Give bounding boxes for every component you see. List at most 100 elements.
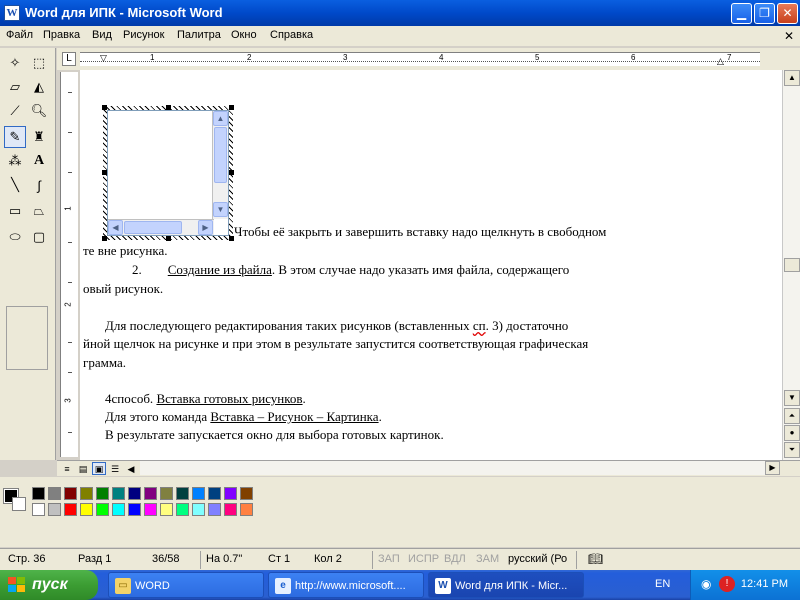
browse-object-icon[interactable]: ● [784,425,800,441]
brush-icon[interactable]: ♜ [28,126,50,148]
resize-handle[interactable] [229,170,234,175]
resize-handle[interactable] [229,105,234,110]
menu-edit[interactable]: Правка [43,29,80,41]
color-swatch[interactable] [128,503,141,516]
color-swatch[interactable] [112,503,125,516]
color-swatch[interactable] [112,487,125,500]
scroll-up-icon[interactable]: ▲ [213,111,228,126]
restore-button[interactable]: ❐ [754,3,775,24]
status-overtype[interactable]: ЗАМ [476,552,499,568]
color-swatch[interactable] [32,487,45,500]
command-link[interactable]: Вставка – Рисунок – Картинка [210,409,378,424]
menu-window[interactable]: Окно [231,29,257,41]
tab-selector[interactable]: L [62,52,76,66]
document-close-icon[interactable]: ✕ [784,29,794,43]
color-swatch[interactable] [128,487,141,500]
ellipse-icon[interactable]: ⬭ [4,226,26,248]
spelling-error[interactable]: сп [473,318,486,333]
status-track-changes[interactable]: ИСПР [408,552,439,568]
menu-view[interactable]: Вид [92,29,112,41]
select-rect-icon[interactable]: ⬚ [28,52,50,74]
color-swatch[interactable] [96,487,109,500]
picture-vertical-scrollbar[interactable]: ▲ ▼ [212,111,228,219]
background-color[interactable] [12,497,26,511]
picture-hscroll-thumb[interactable] [124,221,182,234]
document-vertical-scrollbar[interactable]: ▲ ▼ ⏶ ● ⏷ [782,70,800,460]
scroll-up-icon[interactable]: ▲ [784,70,800,86]
picture-scroll-thumb[interactable] [214,127,227,183]
start-button[interactable]: пуск [0,570,98,600]
picture-horizontal-scrollbar[interactable]: ◀ ▶ [108,219,214,235]
select-star-icon[interactable]: ✧ [4,52,26,74]
color-swatch[interactable] [96,503,109,516]
color-swatch[interactable] [208,487,221,500]
minimize-button[interactable]: ▁ [731,3,752,24]
color-swatch[interactable] [48,503,61,516]
normal-view-icon[interactable]: ≡ [60,462,74,475]
current-colors[interactable] [3,488,28,513]
color-swatch[interactable] [160,487,173,500]
text-icon[interactable]: A [28,150,50,172]
task-word-folder[interactable]: ▭ WORD [108,572,264,598]
eraser-icon[interactable]: ▱ [4,76,26,98]
scroll-left-icon[interactable]: ◀ [124,462,138,475]
scroll-down-icon[interactable]: ▼ [784,390,800,406]
right-indent-icon[interactable]: △ [717,56,724,67]
pencil-icon[interactable]: ✎ [4,126,26,148]
color-swatch[interactable] [144,487,157,500]
curve-icon[interactable]: ∫ [28,174,50,196]
print-layout-icon[interactable]: ▣ [92,462,106,475]
menu-picture[interactable]: Рисунок [123,29,165,41]
color-swatch[interactable] [64,487,77,500]
task-browser[interactable]: e http://www.microsoft.... [268,572,424,598]
color-swatch[interactable] [64,503,77,516]
close-button[interactable]: ✕ [777,3,798,24]
picture-canvas[interactable]: ▲ ▼ ◀ ▶ [107,110,229,236]
scroll-down-icon[interactable]: ▼ [213,202,228,217]
rounded-rect-icon[interactable]: ▢ [28,226,50,248]
status-language[interactable]: русский (Ро [508,552,567,568]
tool-options-box[interactable] [6,306,48,370]
next-page-icon[interactable]: ⏷ [784,442,800,458]
horizontal-ruler[interactable]: 1 2 3 4 5 6 7 ▽ △ [80,52,760,66]
polygon-icon[interactable]: ⏢ [28,200,50,222]
scroll-right-icon[interactable]: ▶ [765,461,780,475]
menu-palette[interactable]: Палитра [177,29,221,41]
word-app-icon[interactable]: W [4,5,20,21]
color-swatch[interactable] [192,487,205,500]
color-swatch[interactable] [48,487,61,500]
scroll-left-icon[interactable]: ◀ [108,220,123,235]
resize-handle[interactable] [229,236,234,241]
menu-help[interactable]: Справка [270,29,313,41]
document-horizontal-scrollbar[interactable]: ▶ [140,461,780,475]
previous-page-icon[interactable]: ⏶ [784,408,800,424]
color-swatch[interactable] [80,487,93,500]
language-indicator[interactable]: EN [655,578,670,590]
status-record[interactable]: ЗАП [378,552,400,568]
embedded-picture-frame[interactable]: ▲ ▼ ◀ ▶ [102,105,234,241]
first-line-indent-icon[interactable]: ▽ [100,53,107,64]
airbrush-icon[interactable]: ⁂ [4,150,26,172]
color-picker-icon[interactable]: ⟋ [4,100,26,122]
color-swatch[interactable] [176,503,189,516]
color-swatch[interactable] [176,487,189,500]
status-extend[interactable]: ВДЛ [444,552,466,568]
color-swatch[interactable] [192,503,205,516]
rectangle-icon[interactable]: ▭ [4,200,26,222]
heading-link[interactable]: Вставка готовых рисунков [156,391,302,406]
line-icon[interactable]: ╲ [4,174,26,196]
color-swatch[interactable] [208,503,221,516]
color-swatch[interactable] [80,503,93,516]
resize-handle[interactable] [102,236,107,241]
color-swatch[interactable] [144,503,157,516]
scroll-right-icon[interactable]: ▶ [198,220,213,235]
resize-handle[interactable] [102,170,107,175]
color-swatch[interactable] [224,503,237,516]
resize-handle[interactable] [102,105,107,110]
web-view-icon[interactable]: ▤ [76,462,90,475]
menu-file[interactable]: Файл [6,29,33,41]
magnifier-icon[interactable]: 🔍︎ [28,100,50,122]
resize-handle[interactable] [166,236,171,241]
color-swatch[interactable] [160,503,173,516]
fill-bucket-icon[interactable]: ◭ [28,76,50,98]
